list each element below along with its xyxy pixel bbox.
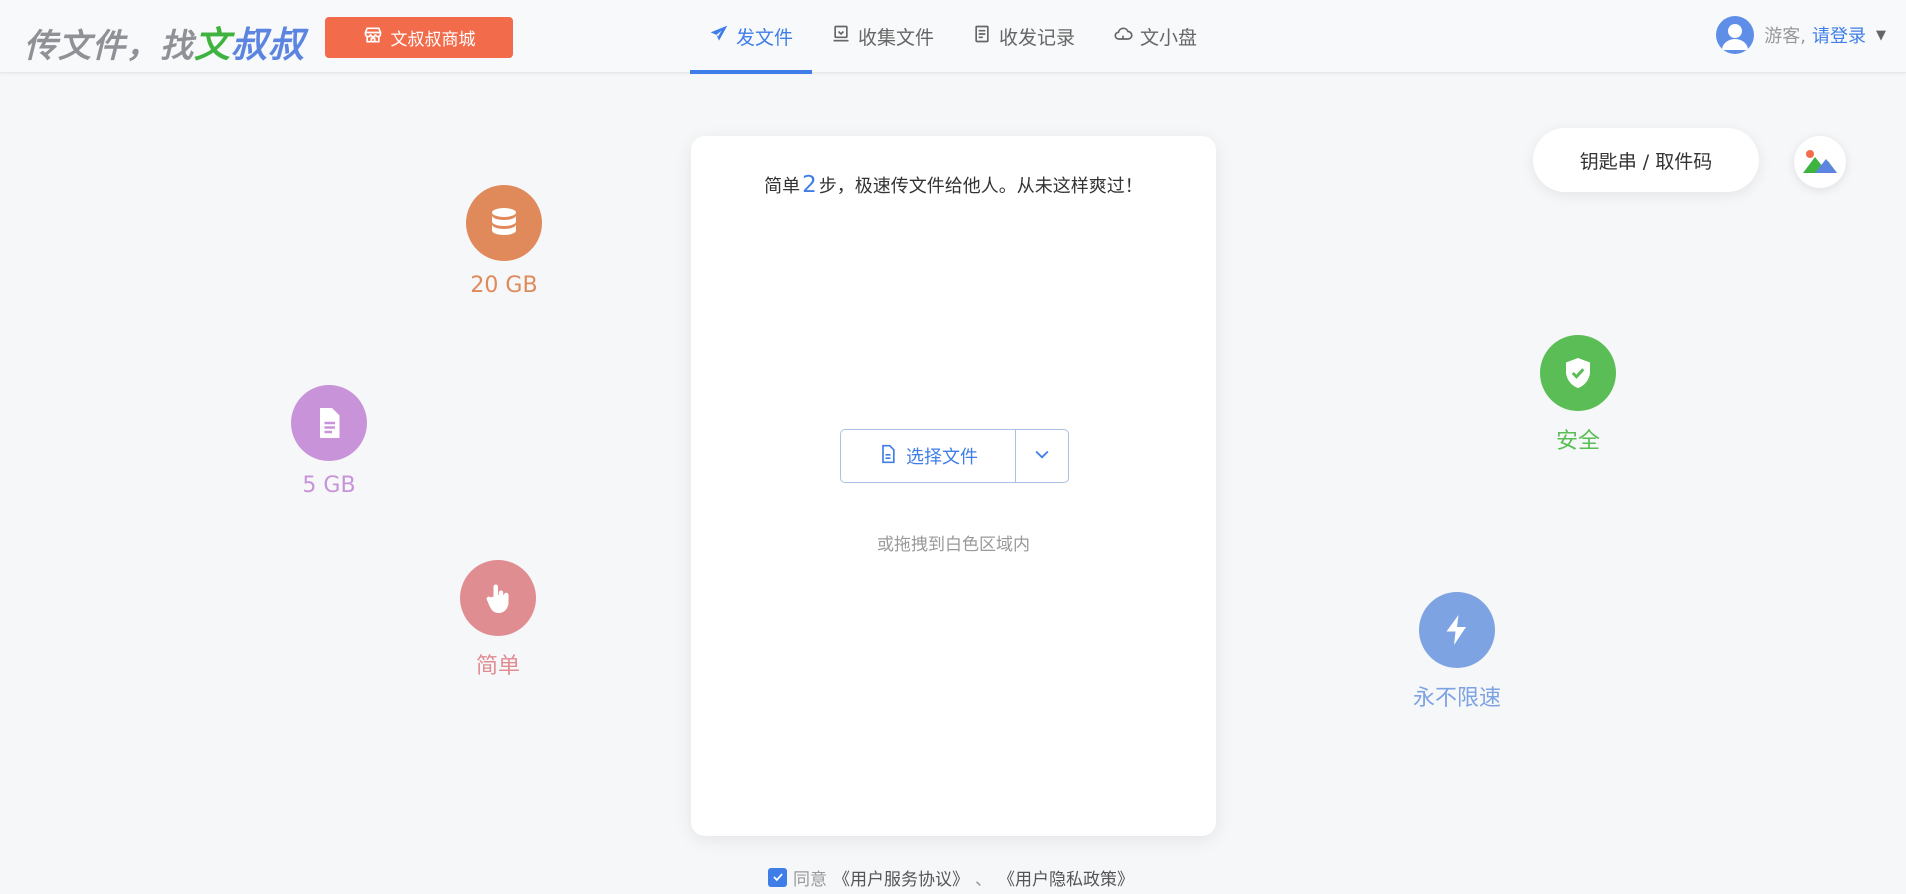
agreement-row: 同意 《用户服务协议》 、 《用户隐私政策》 [768,865,1134,890]
hand-pointer-icon [460,560,536,636]
drag-drop-hint: 或拖拽到白色区域内 [877,535,1030,555]
logo-brand-shushu: 叔叔 [231,25,306,66]
wallpaper-button[interactable] [1794,136,1846,188]
chevron-down-icon[interactable]: ▼ [1876,28,1886,43]
cloud-disk-icon [1113,24,1133,49]
pickup-code-button[interactable]: 钥匙串 / 取件码 [1533,128,1759,192]
login-link[interactable]: 请登录 [1812,22,1866,48]
user-icon [1722,24,1749,50]
select-file-label: 选择文件 [906,447,978,468]
agree-label: 同意 [793,869,827,890]
tab-collect-files[interactable]: 收集文件 [812,0,953,73]
shield-check-icon [1540,335,1616,411]
card-title-prefix: 简单 [764,176,801,197]
file-icon [878,444,898,469]
feature-20gb-label: 20 GB [470,273,538,298]
agreement-separator: 、 [975,869,992,890]
top-navigation-bar: 传文件，找文叔叔 文叔叔商城 发文件 收集文件 收发记录 文小盘 游客, 请登录… [0,0,1906,74]
privacy-link[interactable]: 《用户隐私政策》 [998,865,1134,890]
terms-link[interactable]: 《用户服务协议》 [833,865,969,890]
card-title-suffix: 步，极速传文件给他人。从未这样爽过！ [818,176,1143,197]
feature-speed-label: 永不限速 [1413,686,1502,711]
tab-send-file[interactable]: 发文件 [690,0,813,74]
feature-simple: 简单 [460,560,536,680]
logo-brand-wen: 文 [194,25,232,66]
tab-cloud-disk-label: 文小盘 [1140,27,1198,49]
upload-options-dropdown[interactable] [1016,430,1068,482]
guest-label: 游客, [1764,26,1806,47]
store-icon [363,25,383,50]
database-icon [466,185,542,261]
record-icon [972,24,992,49]
image-landscape-icon [1801,145,1839,179]
feature-speed: 永不限速 [1413,592,1501,712]
collect-icon [831,24,851,49]
feature-20gb: 20 GB [466,185,542,298]
tab-records-label: 收发记录 [999,27,1076,49]
chevron-down-icon [1032,444,1052,468]
lightning-icon [1419,592,1495,668]
card-title-step-count: 2 [802,172,817,198]
tab-send-file-label: 发文件 [736,27,794,49]
upload-card[interactable]: 简单2 步，极速传文件给他人。从未这样爽过！ 选择文件 或拖拽到白色区域内 [691,136,1216,836]
feature-simple-label: 简单 [475,654,520,679]
tab-collect-files-label: 收集文件 [858,27,935,49]
feature-5gb: 5 GB [291,385,367,498]
select-file-button[interactable]: 选择文件 [841,430,1016,482]
feature-secure-label: 安全 [1555,429,1600,454]
tab-records[interactable]: 收发记录 [953,0,1094,73]
feature-secure: 安全 [1540,335,1616,455]
send-icon [709,24,729,49]
logo-slogan: 传文件，找 [24,26,194,65]
file-select-group: 选择文件 [840,429,1069,483]
document-icon [291,385,367,461]
card-title: 简单2 步，极速传文件给他人。从未这样爽过！ [691,172,1216,198]
user-menu: 游客, 请登录 ▼ [1716,15,1886,55]
feature-5gb-label: 5 GB [302,473,356,498]
site-logo[interactable]: 传文件，找文叔叔 [24,16,305,66]
avatar[interactable] [1716,16,1755,54]
check-icon [772,873,783,882]
tab-cloud-disk[interactable]: 文小盘 [1094,0,1216,73]
shop-button-label: 文叔叔商城 [390,30,476,50]
shop-button[interactable]: 文叔叔商城 [325,17,513,58]
main-nav-tabs: 发文件 收集文件 收发记录 文小盘 [690,0,1216,74]
agree-checkbox[interactable] [768,867,787,887]
